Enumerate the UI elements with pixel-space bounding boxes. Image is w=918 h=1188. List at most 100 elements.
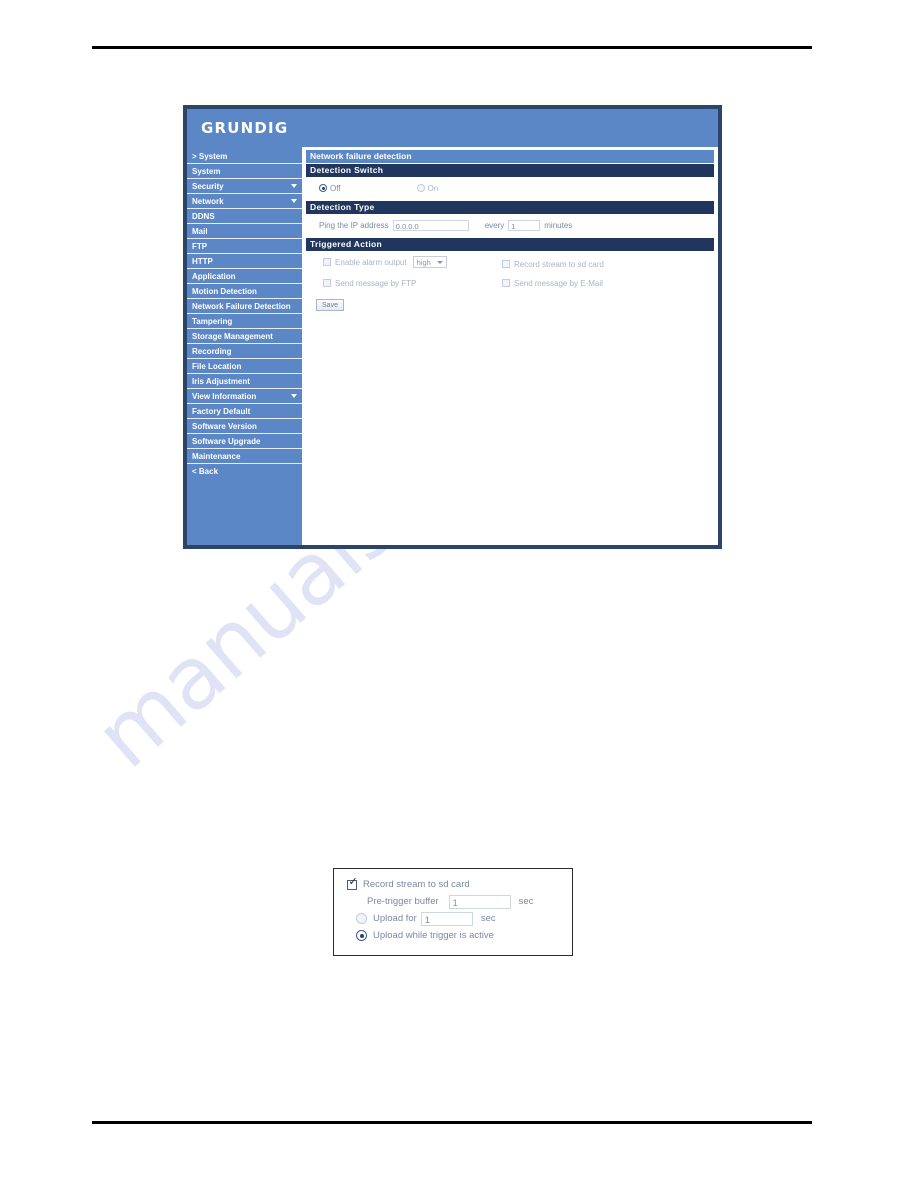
detail-upload-for-row: Upload for 1 sec xyxy=(347,910,572,927)
alarm-level-value: high xyxy=(416,258,431,267)
chevron-down-icon xyxy=(436,261,443,264)
sidebar-item-system-root[interactable]: > System xyxy=(187,149,302,164)
sidebar-item-label: > System xyxy=(192,152,228,161)
sidebar-item-ftp[interactable]: FTP xyxy=(187,239,302,254)
send-message-ftp-row: Send message by FTP xyxy=(306,276,496,290)
upload-for-input[interactable]: 1 xyxy=(420,911,473,926)
sidebar-item-application[interactable]: Application xyxy=(187,269,302,284)
sidebar-item-label: Network Failure Detection xyxy=(192,302,291,311)
send-message-email-row: Send message by E-Mail xyxy=(496,276,714,290)
record-stream-sd-label: Record stream to sd card xyxy=(514,259,604,269)
detail-upload-while-active-row: Upload while trigger is active xyxy=(347,927,572,944)
sidebar-item-motion-detection[interactable]: Motion Detection xyxy=(187,284,302,299)
sidebar-item-label: Network xyxy=(192,197,224,206)
pre-trigger-buffer-unit: sec xyxy=(518,896,534,907)
sidebar-item-storage-management[interactable]: Storage Management xyxy=(187,329,302,344)
grundig-logo: GRUNDIG xyxy=(201,119,289,137)
sidebar-item-http[interactable]: HTTP xyxy=(187,254,302,269)
radio-upload-while-trigger-active[interactable] xyxy=(356,930,367,941)
sidebar-item-software-version[interactable]: Software Version xyxy=(187,419,302,434)
detail-pre-trigger-row: Pre-trigger buffer 1 sec xyxy=(347,893,572,910)
sidebar-item-software-upgrade[interactable]: Software Upgrade xyxy=(187,434,302,449)
sidebar-item-label: Factory Default xyxy=(192,407,251,416)
sidebar-item-label: Tampering xyxy=(192,317,233,326)
save-button[interactable]: Save xyxy=(316,299,344,311)
alarm-level-select[interactable]: high xyxy=(412,256,447,268)
sidebar-item-label: Software Upgrade xyxy=(192,437,261,446)
sidebar-item-maintenance[interactable]: Maintenance xyxy=(187,449,302,464)
chevron-down-icon xyxy=(291,199,297,203)
pre-trigger-buffer-label: Pre-trigger buffer xyxy=(367,896,439,907)
sidebar-item-label: Security xyxy=(192,182,224,191)
camera-web-ui-window: GRUNDIG > System System Security Network… xyxy=(183,105,722,549)
sidebar-item-label: Application xyxy=(192,272,236,281)
sidebar-item-label: < Back xyxy=(192,467,219,476)
radio-detection-on-label: On xyxy=(427,183,439,193)
sidebar-item-label: Mail xyxy=(192,227,208,236)
sidebar-item-factory-default[interactable]: Factory Default xyxy=(187,404,302,419)
sidebar-item-back[interactable]: < Back xyxy=(187,464,302,479)
page-footer-rule xyxy=(92,1121,812,1124)
checkbox-record-stream-to-sd-card[interactable] xyxy=(502,260,510,268)
sidebar-item-label: Iris Adjustment xyxy=(192,377,250,386)
sidebar-item-label: DDNS xyxy=(192,212,215,221)
triggered-action-body: Enable alarm output high Record stream t… xyxy=(306,251,714,316)
ping-ip-label: Ping the IP address xyxy=(319,220,389,230)
sidebar-item-label: Storage Management xyxy=(192,332,273,341)
brand-bar: GRUNDIG xyxy=(187,109,718,147)
record-stream-detail-figure: Record stream to sd card Pre-trigger buf… xyxy=(333,868,573,956)
sidebar-item-label: Recording xyxy=(192,347,232,356)
radio-upload-for[interactable] xyxy=(356,913,367,924)
radio-detection-off-label: Off xyxy=(330,183,341,193)
ping-ip-input[interactable]: 0.0.0.0 xyxy=(392,219,469,231)
upload-for-label: Upload for xyxy=(373,913,417,924)
checkbox-send-message-by-ftp[interactable] xyxy=(323,279,331,287)
minutes-label: minutes xyxy=(544,220,573,230)
checkbox-record-stream-to-sd-card[interactable] xyxy=(347,877,358,890)
chevron-down-icon xyxy=(291,184,297,188)
sidebar-item-file-location[interactable]: File Location xyxy=(187,359,302,374)
sidebar-item-label: System xyxy=(192,167,221,176)
checkbox-enable-alarm-output[interactable] xyxy=(323,258,331,266)
section-header-detection-type: Detection Type xyxy=(306,201,714,214)
detection-type-body: Ping the IP address 0.0.0.0 every 1 minu… xyxy=(306,214,714,237)
send-message-ftp-label: Send message by FTP xyxy=(335,278,417,288)
sidebar-item-mail[interactable]: Mail xyxy=(187,224,302,239)
section-header-detection-switch: Detection Switch xyxy=(306,164,714,177)
sidebar-item-label: Motion Detection xyxy=(192,287,257,296)
pre-trigger-buffer-input[interactable]: 1 xyxy=(448,894,511,909)
sidebar-item-label: File Location xyxy=(192,362,242,371)
sidebar-item-tampering[interactable]: Tampering xyxy=(187,314,302,329)
radio-detection-off[interactable] xyxy=(319,184,327,192)
sidebar-item-label: View Information xyxy=(192,392,257,401)
radio-detection-on[interactable] xyxy=(416,184,425,192)
sidebar-item-network-failure-detection[interactable]: Network Failure Detection xyxy=(187,299,302,314)
section-header-triggered-action: Triggered Action xyxy=(306,238,714,251)
sidebar-item-label: HTTP xyxy=(192,257,213,266)
page-title: Network failure detection xyxy=(306,150,714,163)
sidebar-item-system[interactable]: System xyxy=(187,164,302,179)
content-pane: Network failure detection Detection Swit… xyxy=(302,147,718,545)
sidebar-item-network[interactable]: Network xyxy=(187,194,302,209)
sidebar-item-label: Software Version xyxy=(192,422,257,431)
sidebar-item-ddns[interactable]: DDNS xyxy=(187,209,302,224)
detail-record-stream-row: Record stream to sd card xyxy=(347,876,572,893)
enable-alarm-output-label: Enable alarm output xyxy=(335,257,407,267)
upload-for-unit: sec xyxy=(480,913,496,924)
ping-row: Ping the IP address 0.0.0.0 every 1 minu… xyxy=(306,218,714,232)
ping-interval-input[interactable]: 1 xyxy=(508,219,541,231)
detail-record-stream-label: Record stream to sd card xyxy=(363,879,470,890)
detection-switch-row: Off On xyxy=(306,181,714,195)
sidebar-item-iris-adjustment[interactable]: Iris Adjustment xyxy=(187,374,302,389)
upload-while-active-label: Upload while trigger is active xyxy=(373,930,494,941)
every-label: every xyxy=(484,220,505,230)
send-message-email-label: Send message by E-Mail xyxy=(514,278,603,288)
sidebar-item-security[interactable]: Security xyxy=(187,179,302,194)
triggered-action-grid: Enable alarm output high Record stream t… xyxy=(306,255,714,290)
sidebar-item-recording[interactable]: Recording xyxy=(187,344,302,359)
sidebar-item-label: FTP xyxy=(192,242,208,251)
chevron-down-icon xyxy=(291,394,297,398)
sidebar-item-view-information[interactable]: View Information xyxy=(187,389,302,404)
detection-switch-body: Off On xyxy=(306,177,714,200)
checkbox-send-message-by-email[interactable] xyxy=(502,279,510,287)
